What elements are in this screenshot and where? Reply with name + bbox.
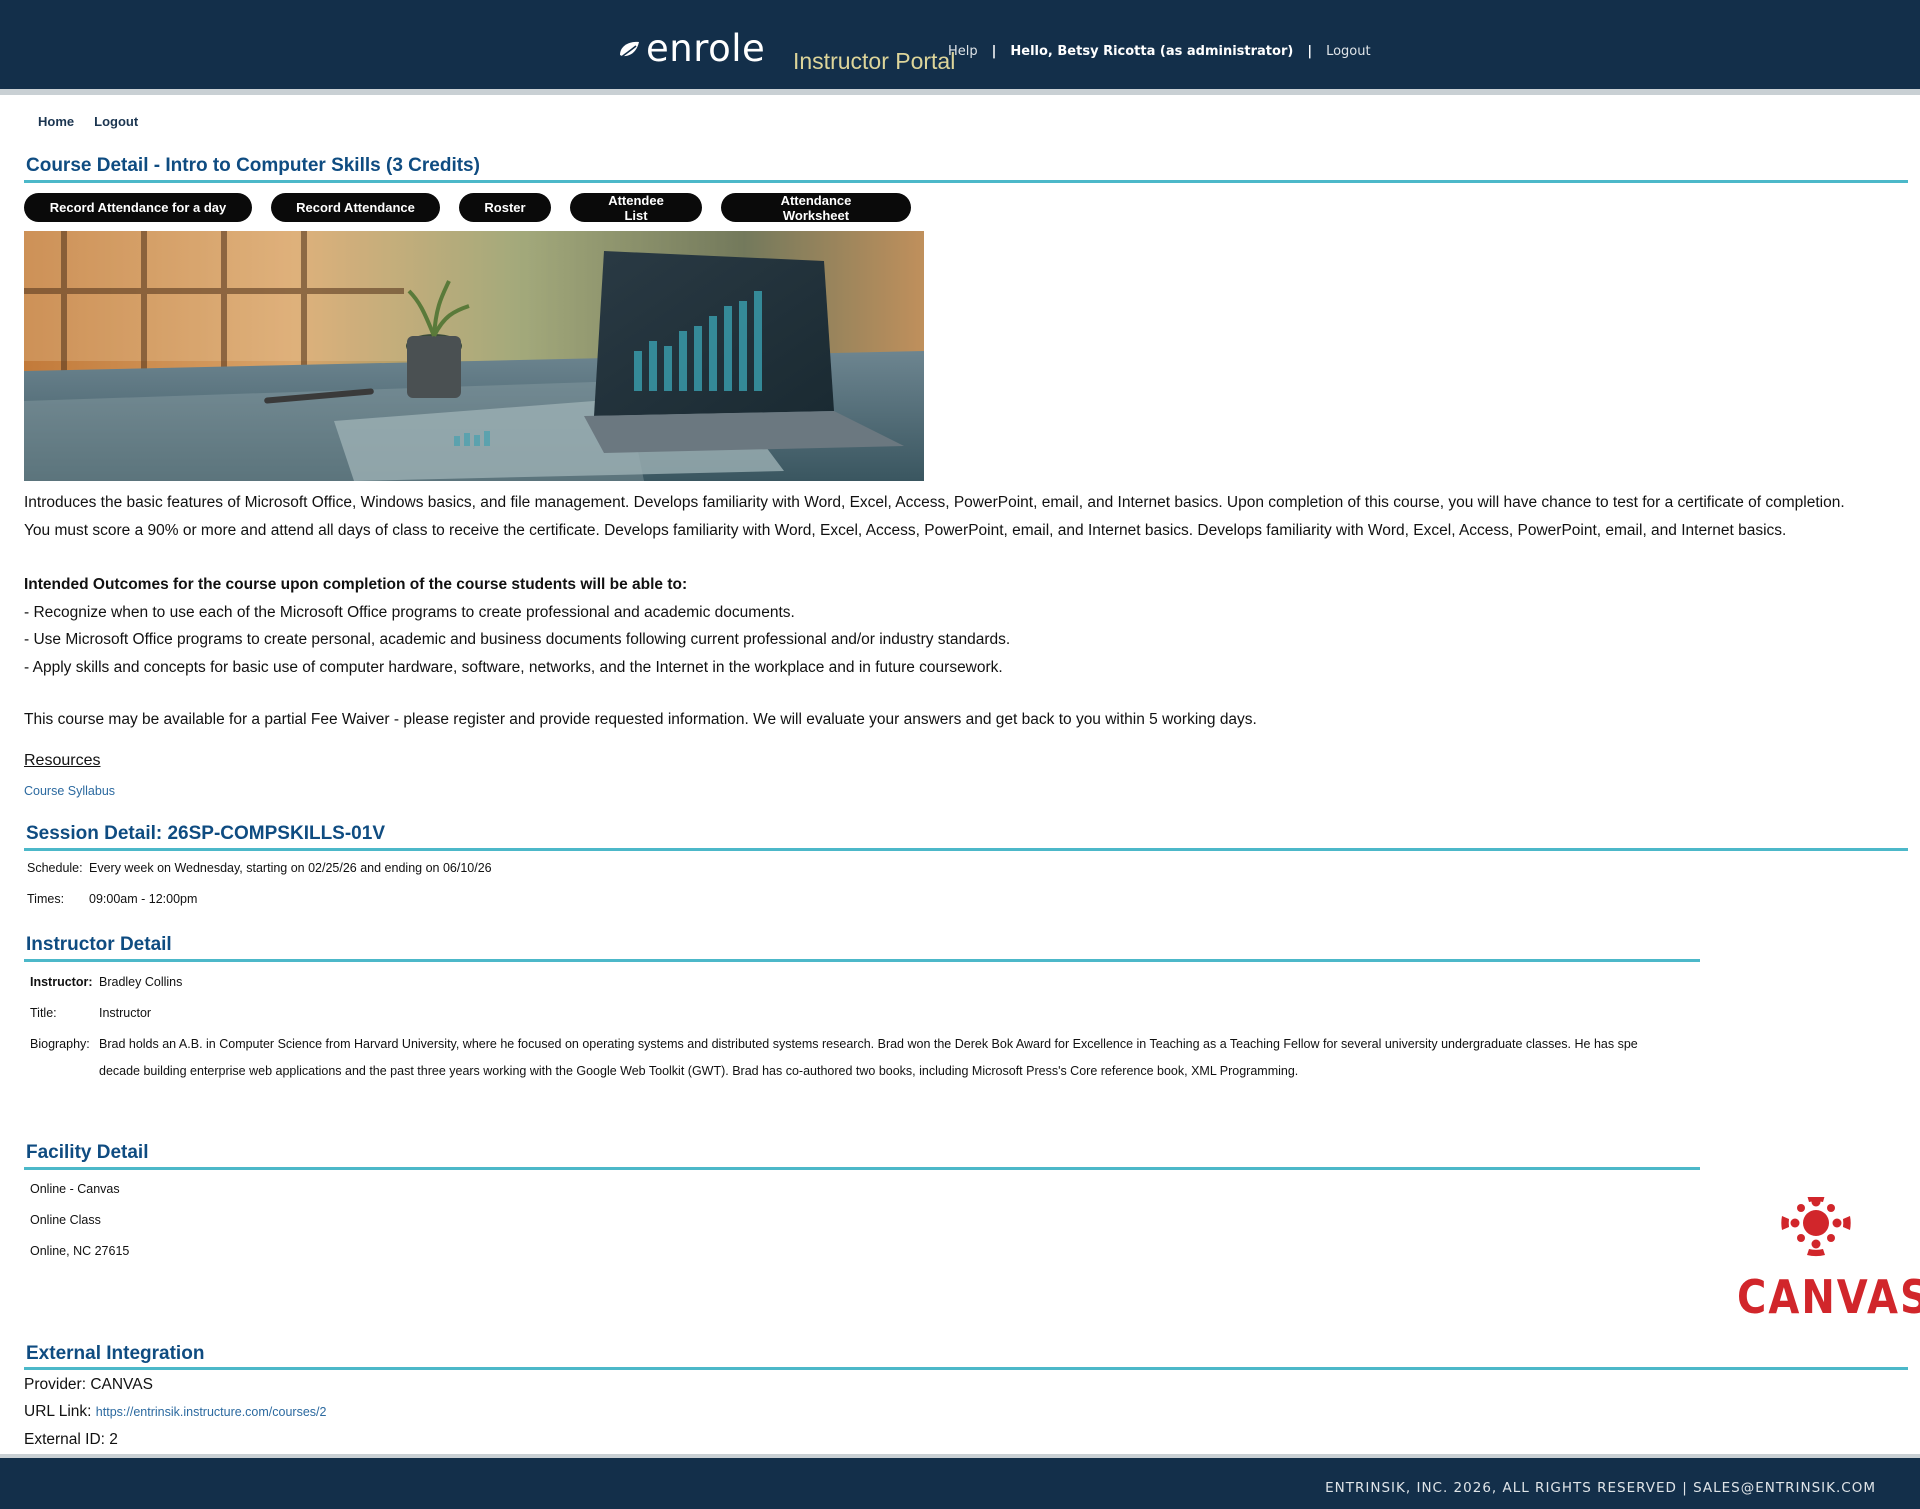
schedule-value: Every week on Wednesday, starting on 02/… bbox=[89, 861, 492, 875]
resources-heading: Resources bbox=[24, 752, 101, 769]
title-label: Title: bbox=[30, 1006, 57, 1020]
facility-line: Online - Canvas bbox=[30, 1182, 120, 1196]
facility-line: Online, NC 27615 bbox=[30, 1244, 130, 1258]
record-attendance-day-button[interactable]: Record Attendance for a day bbox=[24, 193, 252, 222]
instructor-title-value: Instructor bbox=[99, 1006, 152, 1020]
section-divider bbox=[24, 180, 1908, 183]
session-detail-title: Session Detail: 26SP-COMPSKILLS-01V bbox=[26, 823, 385, 844]
instructor-label: Instructor: bbox=[30, 975, 93, 989]
course-action-buttons: Record Attendance for a day Record Atten… bbox=[24, 193, 911, 223]
logo-text: enrole bbox=[646, 26, 766, 70]
outcome-item: - Use Microsoft Office programs to creat… bbox=[24, 631, 1011, 648]
outcomes-heading: Intended Outcomes for the course upon co… bbox=[24, 576, 688, 593]
header-stripe bbox=[0, 89, 1920, 95]
home-link[interactable]: Home bbox=[38, 114, 74, 129]
external-id-text: External ID: 2 bbox=[24, 1431, 118, 1448]
section-divider bbox=[24, 1367, 1908, 1370]
fee-waiver-note: This course may be available for a parti… bbox=[24, 711, 1257, 728]
course-hero-image bbox=[24, 231, 924, 481]
canvas-logo-text: CANVAS bbox=[1737, 1271, 1920, 1325]
biography-line: Brad holds an A.B. in Computer Science f… bbox=[99, 1037, 1638, 1051]
url-label: URL Link: bbox=[24, 1403, 92, 1420]
course-outcomes: Intended Outcomes for the course upon co… bbox=[24, 571, 1904, 681]
course-detail-title: Course Detail - Intro to Computer Skills… bbox=[26, 155, 480, 176]
facility-detail-title: Facility Detail bbox=[26, 1142, 149, 1163]
course-description: Introduces the basic features of Microso… bbox=[24, 489, 1904, 544]
instructor-name: Bradley Collins bbox=[99, 975, 183, 989]
header-logout-link[interactable]: Logout bbox=[1326, 44, 1371, 59]
url-row: URL Link: https://entrinsik.instructure.… bbox=[24, 1403, 326, 1421]
outcome-item: - Apply skills and concepts for basic us… bbox=[24, 658, 1003, 676]
section-divider bbox=[24, 848, 1908, 851]
user-greeting: Hello, Betsy Ricotta (as administrator) bbox=[1010, 44, 1294, 59]
attendee-list-button[interactable]: Attendee List bbox=[570, 193, 702, 223]
footer-text: ENTRINSIK, INC. 2026, ALL RIGHTS RESERVE… bbox=[1325, 1480, 1876, 1496]
provider-text: Provider: CANVAS bbox=[24, 1376, 153, 1393]
external-integration-title: External Integration bbox=[26, 1343, 205, 1364]
roster-button[interactable]: Roster bbox=[459, 193, 551, 222]
separator: | bbox=[991, 44, 997, 59]
biography-label: Biography: bbox=[30, 1037, 90, 1051]
description-line: Introduces the basic features of Microso… bbox=[24, 494, 1845, 511]
section-divider bbox=[24, 1167, 1700, 1170]
times-value: 09:00am - 12:00pm bbox=[89, 892, 198, 906]
times-label: Times: bbox=[27, 892, 65, 906]
logout-link[interactable]: Logout bbox=[94, 114, 138, 129]
description-line: You must score a 90% or more and attend … bbox=[24, 521, 1787, 539]
schedule-label: Schedule: bbox=[27, 861, 83, 875]
page-footer: ENTRINSIK, INC. 2026, ALL RIGHTS RESERVE… bbox=[0, 1458, 1920, 1509]
biography-line: decade building enterprise web applicati… bbox=[99, 1064, 1299, 1078]
top-nav: Help | Hello, Betsy Ricotta (as administ… bbox=[948, 44, 1371, 59]
external-url-link[interactable]: https://entrinsik.instructure.com/course… bbox=[96, 1405, 327, 1419]
canvas-logo: CANVAS bbox=[1737, 1193, 1920, 1325]
outcome-item: - Recognize when to use each of the Micr… bbox=[24, 603, 795, 621]
instructor-detail-title: Instructor Detail bbox=[26, 934, 172, 955]
portal-title: Instructor Portal bbox=[793, 48, 956, 74]
facility-line: Online Class bbox=[30, 1213, 101, 1227]
attendance-worksheet-button[interactable]: Attendance Worksheet bbox=[721, 193, 911, 223]
enrole-logo[interactable]: enrole bbox=[617, 26, 765, 70]
course-syllabus-link[interactable]: Course Syllabus bbox=[24, 784, 115, 798]
sub-nav: Home Logout bbox=[38, 114, 138, 129]
record-attendance-button[interactable]: Record Attendance bbox=[271, 193, 440, 222]
top-header: enrole Instructor Portal Help | Hello, B… bbox=[0, 0, 1920, 89]
help-link[interactable]: Help bbox=[948, 44, 978, 59]
separator: | bbox=[1307, 44, 1313, 59]
section-divider bbox=[24, 959, 1700, 962]
leaf-icon bbox=[618, 41, 639, 60]
